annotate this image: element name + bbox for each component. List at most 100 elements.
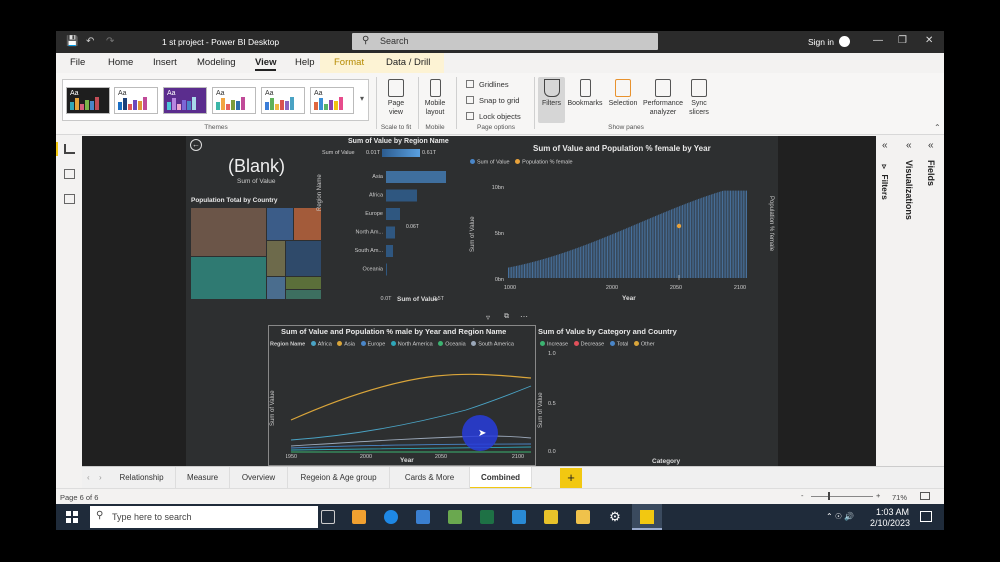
line-chart[interactable]: 1950 2000 2050 2100 [286, 352, 536, 460]
more-options-icon[interactable]: ⋯ [520, 312, 528, 321]
undo-icon[interactable]: ↶ [86, 36, 94, 47]
sign-in-link[interactable]: Sign in [808, 37, 834, 47]
bar-legend-label: Sum of Value [322, 150, 355, 156]
close-icon[interactable]: ✕ [925, 35, 933, 46]
data-view-icon[interactable] [64, 169, 75, 179]
status-bar: Page 6 of 6 - + 71% [56, 488, 944, 504]
theme-purple[interactable]: Aa [163, 87, 207, 114]
theme-default[interactable]: Aa [114, 87, 158, 114]
restore-icon[interactable]: ❐ [898, 35, 907, 46]
tab-relationship[interactable]: Relationship [108, 467, 176, 489]
model-view-icon[interactable] [64, 194, 75, 204]
back-arrow-icon[interactable]: ← [190, 139, 202, 151]
combo-column [693, 200, 695, 278]
treemap[interactable] [191, 208, 321, 299]
theme-frontier[interactable]: Aa [310, 87, 354, 114]
bar-category-label: Europe [365, 211, 383, 217]
prev-page-icon[interactable]: ‹ [87, 473, 90, 482]
waterfall-xlabel: Category [652, 458, 681, 465]
selection-pane-button[interactable]: Selection [606, 79, 640, 108]
menu-format[interactable]: Format [334, 57, 364, 68]
app2-icon[interactable] [512, 510, 526, 524]
app-icon[interactable] [448, 510, 462, 524]
combo-column [605, 236, 607, 278]
mobile-layout-button[interactable]: Mobile layout [420, 79, 450, 117]
chevron-down-icon[interactable]: ▾ [360, 94, 364, 103]
performance-analyzer-button[interactable]: Performance analyzer [641, 79, 685, 117]
filter-icon[interactable]: ▿ [486, 313, 490, 322]
gridlines-checkbox[interactable]: Gridlines [466, 80, 509, 89]
bar-chart[interactable]: Asia Africa Europe North Am... South Am... Oc… [326, 166, 446, 306]
visualizations-pane-tab[interactable]: Visualizations [904, 160, 914, 220]
fit-to-page-icon[interactable] [920, 492, 930, 500]
combo-column [739, 190, 741, 278]
fields-pane-tab[interactable]: Fields [926, 160, 936, 186]
next-page-icon[interactable]: › [99, 473, 102, 482]
menu-home[interactable]: Home [108, 57, 133, 68]
notifications-icon[interactable] [920, 511, 932, 522]
mobile-group-label: Mobile [425, 124, 445, 131]
tab-region-age-group[interactable]: Regeion & Age group [288, 467, 390, 489]
zoom-slider-thumb[interactable] [828, 492, 830, 500]
tab-cards-more[interactable]: Cards & More [390, 467, 470, 489]
tab-measure[interactable]: Measure [176, 467, 230, 489]
combo-column [717, 192, 719, 278]
theme-innovate[interactable]: Aa [212, 87, 256, 114]
theme-executive[interactable]: Aa [261, 87, 305, 114]
minimize-icon[interactable]: — [873, 35, 883, 46]
excel-icon[interactable] [480, 510, 494, 524]
powerbi-taskbar-button[interactable] [632, 504, 662, 530]
lock-objects-checkbox[interactable]: Lock objects [466, 112, 521, 121]
taskbar-search[interactable]: ⚲ Type here to search [90, 506, 318, 528]
combo-column [567, 251, 569, 278]
theme-dark[interactable]: Aa [66, 87, 110, 114]
tab-overview[interactable]: Overview [230, 467, 288, 489]
combo-column [686, 203, 688, 278]
search-input[interactable]: ⚲ Search [352, 33, 658, 50]
windows-start-icon[interactable] [66, 511, 78, 523]
snap-to-grid-checkbox[interactable]: Snap to grid [466, 96, 519, 105]
combo-column [626, 228, 628, 278]
sync-slicers-button[interactable]: Sync slicers [686, 79, 712, 117]
menu-modeling[interactable]: Modeling [197, 57, 236, 68]
combo-chart[interactable]: 10bn 5bn 0bn1000 2000 2050 2100 [476, 176, 766, 301]
page-view-button[interactable]: Page view [382, 79, 410, 117]
redo-icon[interactable]: ↷ [106, 36, 114, 47]
menu-view[interactable]: View [255, 57, 277, 71]
collapse-fields-icon[interactable]: « [928, 140, 934, 151]
menu-data-drill[interactable]: Data / Drill [386, 57, 430, 68]
zoom-in-icon[interactable]: + [876, 491, 880, 500]
zoom-slider[interactable] [811, 496, 873, 497]
account-toggle[interactable] [839, 36, 850, 47]
combo-column [560, 253, 562, 278]
report-view-icon[interactable] [64, 144, 75, 154]
menu-insert[interactable]: Insert [153, 57, 177, 68]
collapse-ribbon-icon[interactable]: ⌃ [934, 123, 941, 132]
filters-pane-tab[interactable]: ▿ Filters [880, 162, 890, 200]
file-explorer-icon[interactable] [576, 510, 590, 524]
focus-mode-icon[interactable]: ⧉ [504, 313, 509, 321]
combo-column [690, 201, 692, 278]
bookmarks-pane-button[interactable]: Bookmarks [566, 79, 604, 108]
save-icon[interactable]: 💾 [66, 36, 78, 47]
report-canvas: ← (Blank) Sum of Value Population Total … [82, 136, 876, 466]
scale-group-label: Scale to fit [380, 124, 412, 131]
mail-icon[interactable] [416, 510, 430, 524]
collapse-visualizations-icon[interactable]: « [906, 140, 912, 151]
filters-pane-button[interactable]: Filters [538, 77, 565, 123]
task-view-icon[interactable] [321, 510, 335, 524]
checkbox-icon [466, 96, 474, 104]
edge-icon[interactable] [384, 510, 398, 524]
collapse-filters-icon[interactable]: « [882, 140, 888, 151]
menu-file[interactable]: File [70, 57, 85, 68]
combo-column [746, 190, 747, 278]
waterfall-ytick: 0.0 [548, 449, 556, 455]
store-icon[interactable] [352, 510, 366, 524]
add-page-button[interactable]: + [560, 468, 582, 488]
zoom-out-icon[interactable]: - [801, 491, 804, 500]
settings-icon[interactable]: ⚙ [608, 510, 622, 524]
tab-combined[interactable]: Combined [470, 467, 532, 489]
app3-icon[interactable] [544, 510, 558, 524]
system-tray-icons[interactable]: ⌃ ☉ 🔊 [826, 512, 854, 521]
menu-help[interactable]: Help [295, 57, 315, 68]
